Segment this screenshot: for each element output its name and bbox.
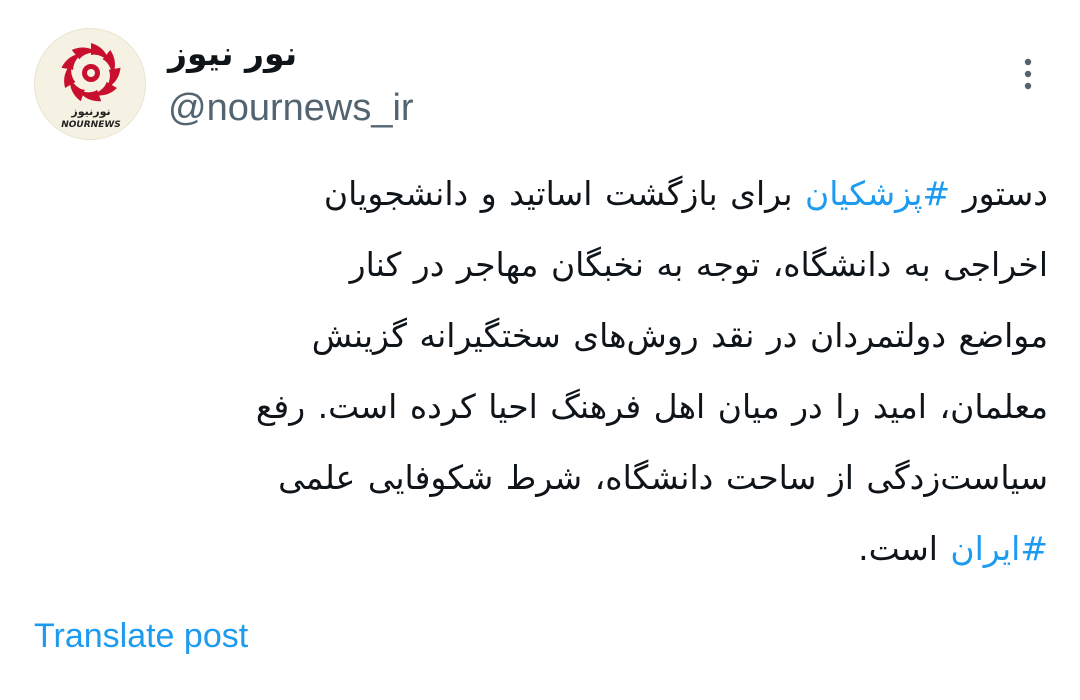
post-text-segment: دستور bbox=[950, 174, 1048, 213]
post-text: دستور #پزشکیان برای بازگشت اساتید و دانش… bbox=[40, 158, 1048, 584]
post-line: اخراجی به دانشگاه، توجه به نخبگان مهاجر … bbox=[349, 245, 1048, 284]
avatar[interactable]: نورنیوز NOURNEWS bbox=[34, 28, 146, 140]
hashtag-link[interactable]: #ایران bbox=[950, 529, 1048, 568]
more-vertical-icon bbox=[1024, 58, 1032, 90]
post-line: سیاست‌زدگی از ساحت دانشگاه، شرط شکوفایی … bbox=[278, 458, 1048, 497]
post-line: #ایران است. bbox=[40, 513, 1048, 584]
post-line: دستور #پزشکیان برای بازگشت اساتید و دانش… bbox=[40, 158, 1048, 229]
avatar-logo-subtext: NOURNEWS bbox=[61, 120, 121, 130]
author-display-name[interactable]: نور نیوز bbox=[168, 32, 297, 76]
avatar-logo-text: نورنیوز bbox=[70, 105, 110, 118]
post-line: معلمان، امید را در میان اهل فرهنگ احیا ک… bbox=[255, 387, 1048, 426]
author-handle[interactable]: @nournews_ir bbox=[168, 84, 414, 132]
translate-post-link[interactable]: Translate post bbox=[34, 614, 248, 658]
post-card: نورنیوز NOURNEWS نور نیوز @nournews_ir د… bbox=[0, 0, 1080, 700]
post-line: مواضع دولتمردان در نقد روش‌های سختگیرانه… bbox=[311, 316, 1048, 355]
hashtag-link[interactable]: #پزشکیان bbox=[805, 174, 950, 213]
post-text-segment: است. bbox=[858, 529, 951, 568]
nournews-logo: نورنیوز NOURNEWS bbox=[36, 30, 145, 139]
more-options-button[interactable] bbox=[1008, 50, 1048, 98]
post-text-segment: برای بازگشت اساتید و دانشجویان bbox=[323, 174, 806, 213]
